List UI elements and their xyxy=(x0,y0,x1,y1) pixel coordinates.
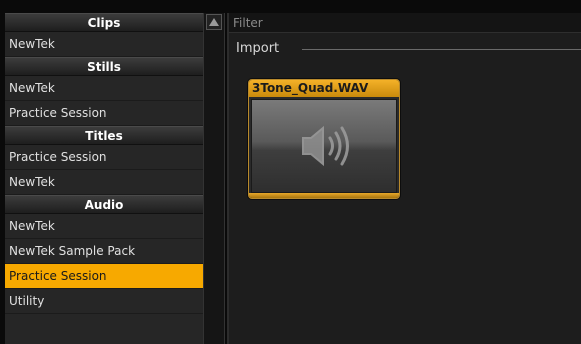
group-header-titles[interactable]: Titles xyxy=(5,126,203,145)
bin-item-stills-practice-session[interactable]: Practice Session xyxy=(5,101,203,126)
bin-item-audio-newtek-sample-pack[interactable]: NewTek Sample Pack xyxy=(5,239,203,264)
bin-item-audio-newtek[interactable]: NewTek xyxy=(5,214,203,239)
bin-item-audio-practice-session[interactable]: Practice Session xyxy=(5,264,203,289)
scroll-up-arrow-icon[interactable] xyxy=(206,14,222,30)
group-header-audio[interactable]: Audio xyxy=(5,195,203,214)
bin-item-titles-practice-session[interactable]: Practice Session xyxy=(5,145,203,170)
group-header-stills[interactable]: Stills xyxy=(5,57,203,76)
speaker-icon xyxy=(302,125,349,167)
clip-card[interactable]: 3Tone_Quad.WAV xyxy=(248,79,400,199)
filter-bar xyxy=(229,13,581,33)
bin-item-clips-newtek[interactable]: NewTek xyxy=(5,32,203,57)
bin-item-audio-utility[interactable]: Utility xyxy=(5,289,203,314)
clip-footer-bar xyxy=(249,193,399,198)
media-browser: Clips NewTek Stills NewTek Practice Sess… xyxy=(0,0,581,344)
bin-item-stills-newtek[interactable]: NewTek xyxy=(5,76,203,101)
clip-thumbnail[interactable] xyxy=(251,99,397,193)
filter-input[interactable] xyxy=(233,14,573,32)
section-title: Import xyxy=(236,41,280,56)
bin-list-scrollbar[interactable] xyxy=(203,13,225,344)
bin-list: Clips NewTek Stills NewTek Practice Sess… xyxy=(5,13,203,344)
clip-title: 3Tone_Quad.WAV xyxy=(249,80,399,97)
section-divider xyxy=(302,49,581,50)
content-area: Import 3Tone_Quad.WAV xyxy=(229,13,581,344)
bin-item-titles-newtek[interactable]: NewTek xyxy=(5,170,203,195)
group-header-clips[interactable]: Clips xyxy=(5,13,203,32)
